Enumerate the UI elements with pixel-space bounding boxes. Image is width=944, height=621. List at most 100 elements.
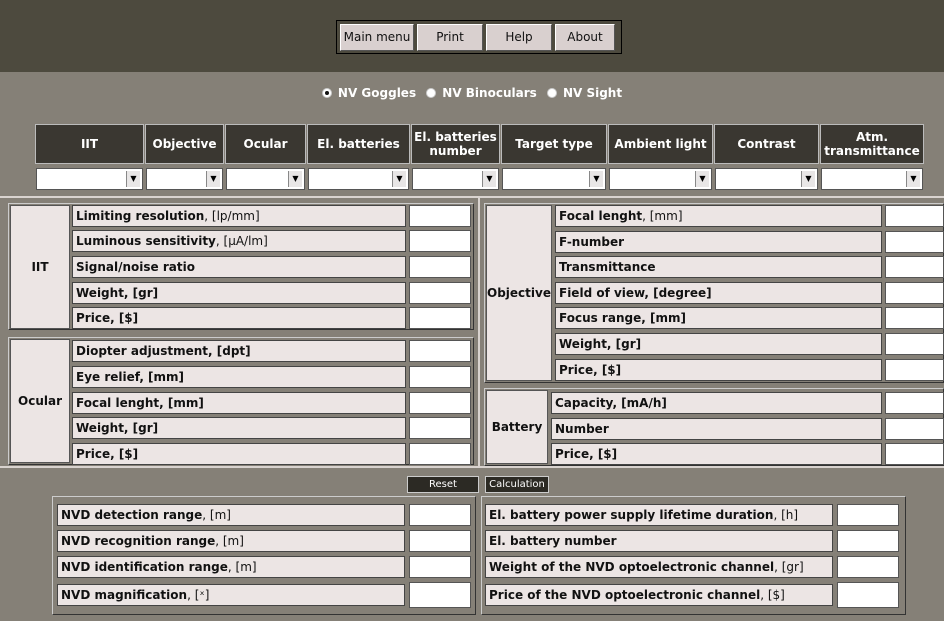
col-header-objective: Objective: [145, 124, 224, 164]
eye-relief-label: Eye relief, [mm]: [72, 366, 406, 388]
calculation-button[interactable]: Calculation: [485, 476, 549, 493]
objective-weight-field[interactable]: [885, 333, 944, 355]
battery-price-field[interactable]: [885, 443, 944, 465]
ocular-select[interactable]: ▼: [226, 168, 305, 190]
signal-noise-ratio-field[interactable]: [409, 256, 471, 278]
battery-group-label: Battery: [486, 390, 548, 464]
el-batteries-number-select[interactable]: ▼: [412, 168, 499, 190]
iit-price-field[interactable]: [409, 307, 471, 329]
chevron-down-icon: ▼: [695, 171, 709, 187]
chevron-down-icon: ▼: [589, 171, 603, 187]
radio-icon: [426, 88, 437, 98]
col-header-ocular: Ocular: [225, 124, 306, 164]
channel-weight-output: [837, 556, 899, 578]
objective-price-field[interactable]: [885, 359, 944, 381]
magnification-output: [409, 582, 471, 608]
chevron-down-icon: ▼: [206, 171, 220, 187]
col-header-ambient-light: Ambient light: [608, 124, 713, 164]
el-battery-number-label: El. battery number: [485, 530, 833, 552]
focus-range-field[interactable]: [885, 307, 944, 329]
diopter-adjustment-field[interactable]: [409, 340, 471, 362]
ocular-focal-length-label: Focal lenght, [mm]: [72, 392, 406, 414]
channel-weight-label: Weight of the NVD optoelectronic channel…: [485, 556, 833, 578]
objective-price-label: Price, [$]: [555, 359, 882, 381]
objective-weight-label: Weight, [gr]: [555, 333, 882, 355]
radio-nv-binoculars[interactable]: NV Binoculars: [426, 86, 537, 100]
iit-price-label: Price, [$]: [72, 307, 406, 329]
iit-weight-label: Weight, [gr]: [72, 282, 406, 304]
about-button[interactable]: About: [555, 24, 615, 51]
magnification-label: NVD magnification, [ˣ]: [57, 584, 405, 606]
divider: [0, 196, 944, 198]
contrast-select[interactable]: ▼: [715, 168, 818, 190]
objective-focal-length-label: Focal lenght, [mm]: [555, 205, 882, 227]
iit-select[interactable]: ▼: [36, 168, 143, 190]
channel-price-output: [837, 582, 899, 608]
chevron-down-icon: ▼: [906, 171, 920, 187]
battery-lifetime-output: [837, 504, 899, 526]
col-header-el-batteries: El. batteries: [307, 124, 410, 164]
recognition-range-output: [409, 530, 471, 552]
transmittance-field[interactable]: [885, 256, 944, 278]
radio-icon: [546, 88, 557, 98]
ocular-weight-field[interactable]: [409, 417, 471, 439]
identification-range-output: [409, 556, 471, 578]
ocular-price-field[interactable]: [409, 443, 471, 465]
field-of-view-label: Field of view, [degree]: [555, 282, 882, 304]
el-batteries-select[interactable]: ▼: [308, 168, 409, 190]
limiting-resolution-label: Limiting resolution, [lp/mm]: [72, 205, 406, 227]
ocular-group-label: Ocular: [10, 339, 70, 463]
objective-select[interactable]: ▼: [146, 168, 223, 190]
battery-number-label: Number: [551, 418, 882, 440]
divider: [478, 198, 480, 466]
radio-nv-sight[interactable]: NV Sight: [546, 86, 622, 100]
el-battery-number-output: [837, 530, 899, 552]
f-number-label: F-number: [555, 231, 882, 253]
channel-price-label: Price of the NVD optoelectronic channel,…: [485, 584, 833, 606]
battery-price-label: Price, [$]: [551, 443, 882, 465]
f-number-field[interactable]: [885, 231, 944, 253]
ocular-focal-length-field[interactable]: [409, 392, 471, 414]
recognition-range-label: NVD recognition range, [m]: [57, 530, 405, 552]
ocular-price-label: Price, [$]: [72, 443, 406, 465]
radio-selected-icon: [321, 88, 332, 98]
col-header-atm-transmittance: Atm. transmittance: [820, 124, 924, 164]
ambient-light-select[interactable]: ▼: [609, 168, 712, 190]
chevron-down-icon: ▼: [288, 171, 302, 187]
device-type-radio-group: NV Goggles NV Binoculars NV Sight: [0, 86, 944, 101]
chevron-down-icon: ▼: [126, 171, 140, 187]
iit-weight-field[interactable]: [409, 282, 471, 304]
diopter-adjustment-label: Diopter adjustment, [dpt]: [72, 340, 406, 362]
limiting-resolution-field[interactable]: [409, 205, 471, 227]
field-of-view-field[interactable]: [885, 282, 944, 304]
main-menu-bar: Main menu Print Help About: [336, 20, 622, 54]
objective-focal-length-field[interactable]: [885, 205, 944, 227]
battery-number-field[interactable]: [885, 418, 944, 440]
col-header-iit: IIT: [35, 124, 144, 164]
print-button[interactable]: Print: [417, 24, 483, 51]
chevron-down-icon: ▼: [392, 171, 406, 187]
objective-group-label: Objective: [486, 205, 552, 381]
signal-noise-ratio-label: Signal/noise ratio: [72, 256, 406, 278]
iit-group-label: IIT: [10, 205, 70, 329]
capacity-label: Capacity, [mA/h]: [551, 392, 882, 414]
radio-nv-goggles[interactable]: NV Goggles: [321, 86, 416, 100]
battery-lifetime-label: El. battery power supply lifetime durati…: [485, 504, 833, 526]
target-type-select[interactable]: ▼: [502, 168, 606, 190]
capacity-field[interactable]: [885, 392, 944, 414]
atm-transmittance-select[interactable]: ▼: [821, 168, 923, 190]
chevron-down-icon: ▼: [801, 171, 815, 187]
transmittance-label: Transmittance: [555, 256, 882, 278]
main-menu-button[interactable]: Main menu: [340, 24, 414, 51]
ocular-weight-label: Weight, [gr]: [72, 417, 406, 439]
col-header-contrast: Contrast: [714, 124, 819, 164]
eye-relief-field[interactable]: [409, 366, 471, 388]
col-header-el-batteries-number: El. batteries number: [411, 124, 500, 164]
detection-range-output: [409, 504, 471, 526]
reset-button[interactable]: Reset: [407, 476, 479, 493]
luminous-sensitivity-label: Luminous sensitivity, [µA/lm]: [72, 230, 406, 252]
help-button[interactable]: Help: [486, 24, 552, 51]
chevron-down-icon: ▼: [482, 171, 496, 187]
focus-range-label: Focus range, [mm]: [555, 307, 882, 329]
luminous-sensitivity-field[interactable]: [409, 230, 471, 252]
